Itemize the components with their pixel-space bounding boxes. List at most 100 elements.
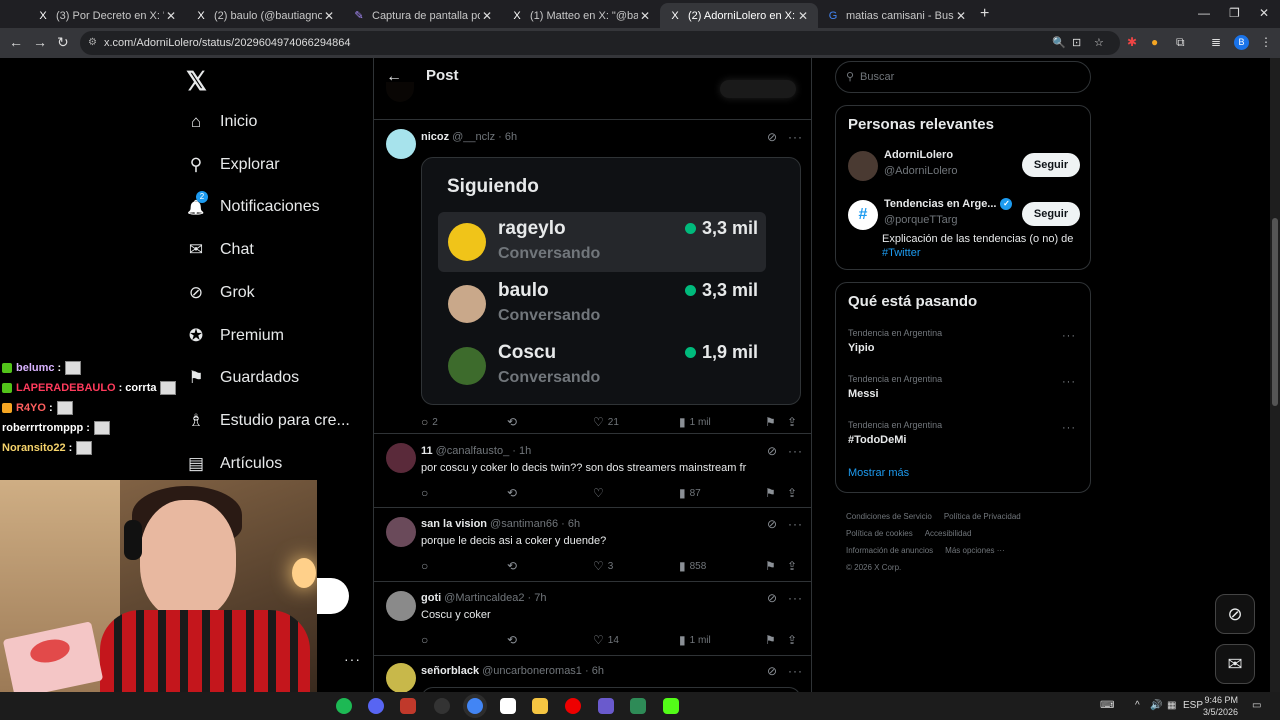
profile-avatar[interactable]: B bbox=[1234, 35, 1249, 50]
install-icon[interactable]: ⊡ bbox=[1072, 31, 1081, 55]
clock[interactable]: 9:46 PM 3/5/2026 bbox=[1200, 694, 1238, 718]
person-card[interactable]: AdorniLolero @AdorniLolero Seguir bbox=[848, 149, 1080, 189]
trend-item[interactable]: Tendencia en Argentina #TodoDeMi ··· bbox=[848, 420, 1080, 454]
nav-item-bookmarks[interactable]: ⚑ Guardados bbox=[186, 363, 299, 393]
reply-tweet[interactable]: san la vision @santiman66 · 6h ⊘ ··· porq… bbox=[374, 509, 811, 582]
scrollbar[interactable] bbox=[1270, 58, 1280, 692]
repost-button[interactable]: ⟲ bbox=[507, 559, 521, 573]
share-button[interactable]: ⇪ bbox=[787, 415, 801, 429]
views-button[interactable]: ▮ 87 bbox=[679, 486, 701, 500]
keyboard-icon[interactable]: ⌨ bbox=[1100, 700, 1114, 711]
nav-item-articles[interactable]: ▤ Artículos bbox=[186, 449, 282, 479]
zoom-icon[interactable]: 🔍 bbox=[1052, 31, 1066, 55]
grok-icon[interactable]: ⊘ bbox=[767, 517, 777, 531]
views-button[interactable]: ▮ 858 bbox=[679, 559, 706, 573]
like-button[interactable]: ♡ 3 bbox=[593, 559, 613, 573]
share-button[interactable]: ⇪ bbox=[787, 486, 801, 500]
avatar[interactable] bbox=[386, 663, 416, 692]
close-tab-icon[interactable]: ✕ bbox=[480, 9, 494, 23]
timestamp[interactable]: 6h bbox=[505, 131, 517, 143]
forward-nav-icon[interactable]: → bbox=[33, 34, 47, 50]
opera-icon[interactable] bbox=[565, 698, 581, 714]
browser-tab[interactable]: ✎ Captura de pantalla por Lightsh✕ bbox=[344, 3, 502, 28]
avatar[interactable] bbox=[386, 443, 416, 473]
search-input[interactable]: ⚲ Buscar bbox=[835, 61, 1091, 93]
discord-icon[interactable] bbox=[368, 698, 384, 714]
author-handle[interactable]: @__nclz bbox=[452, 131, 495, 143]
reply-button-blurred[interactable] bbox=[720, 80, 796, 98]
app-icon[interactable] bbox=[630, 698, 646, 714]
account-switcher-edge[interactable] bbox=[317, 578, 349, 614]
timestamp[interactable]: 6h bbox=[568, 518, 580, 530]
chrome-icon[interactable] bbox=[467, 698, 483, 714]
bookmark-button[interactable]: ⚑ bbox=[765, 559, 780, 573]
extension-icon[interactable]: ● bbox=[1151, 35, 1158, 49]
grok-icon[interactable]: ⊘ bbox=[767, 130, 777, 144]
more-icon[interactable]: ··· bbox=[788, 444, 803, 458]
bookmark-button[interactable]: ⚑ bbox=[765, 633, 780, 647]
site-info-icon[interactable]: ⚙ bbox=[88, 31, 97, 55]
nav-item-explore[interactable]: ⚲ Explorar bbox=[186, 150, 280, 180]
author-name[interactable]: san la vision bbox=[421, 518, 487, 530]
grok-icon[interactable]: ⊘ bbox=[767, 591, 777, 605]
grok-fab-button[interactable]: ⊘ bbox=[1215, 594, 1255, 634]
author-handle[interactable]: @canalfausto_ bbox=[436, 445, 510, 457]
app-icon[interactable] bbox=[598, 698, 614, 714]
kick-icon[interactable] bbox=[663, 698, 679, 714]
nav-item-home[interactable]: ⌂ Inicio bbox=[186, 107, 258, 137]
browser-tab[interactable]: X (2) baulo (@bautiagnone) / X✕ bbox=[186, 3, 344, 28]
embedded-image[interactable]: Siguiendo rageylo Conversando 3,3 mil ba… bbox=[421, 157, 801, 405]
back-arrow-icon[interactable]: ← bbox=[386, 68, 402, 86]
browser-tab[interactable]: X (3) Por Decreto en X: "A mi no✕ bbox=[28, 3, 186, 28]
footer-link[interactable]: Más opciones ··· bbox=[945, 542, 1005, 559]
more-icon[interactable]: ··· bbox=[788, 591, 803, 605]
scrollbar-thumb[interactable] bbox=[1272, 218, 1278, 406]
messages-fab-button[interactable]: ✉ bbox=[1215, 644, 1255, 684]
reply-tweet[interactable]: goti @Martincaldea2 · 7h ⊘ ··· Coscu y co… bbox=[374, 583, 811, 656]
grok-icon[interactable]: ⊘ bbox=[767, 444, 777, 458]
reply-button[interactable]: ○ bbox=[421, 486, 432, 500]
bookmark-star-icon[interactable]: ☆ bbox=[1094, 31, 1104, 55]
follow-button[interactable]: Seguir bbox=[1022, 153, 1080, 177]
author-handle[interactable]: @Martincaldea2 bbox=[444, 592, 524, 604]
close-tab-icon[interactable]: ✕ bbox=[322, 9, 336, 23]
hashtag-link[interactable]: #Twitter bbox=[882, 247, 921, 259]
minimize-icon[interactable]: — bbox=[1198, 6, 1210, 20]
repost-button[interactable]: ⟲ bbox=[507, 633, 521, 647]
close-window-icon[interactable]: ✕ bbox=[1259, 6, 1269, 20]
nav-item-premium[interactable]: ✪ Premium bbox=[186, 321, 284, 351]
extension-icon[interactable]: ✱ bbox=[1127, 35, 1137, 49]
person-name[interactable]: AdorniLolero bbox=[884, 149, 953, 161]
network-icon[interactable]: ▦ bbox=[1167, 700, 1176, 711]
share-button[interactable]: ⇪ bbox=[787, 559, 801, 573]
more-icon[interactable]: ··· bbox=[788, 664, 803, 678]
obs-icon[interactable] bbox=[434, 698, 450, 714]
browser-tab-active[interactable]: X (2) AdorniLolero en X: "@porqu✕ bbox=[660, 3, 818, 28]
like-button[interactable]: ♡ 21 bbox=[593, 415, 619, 429]
back-nav-icon[interactable]: ← bbox=[9, 34, 23, 50]
author-name[interactable]: señorblack bbox=[421, 665, 479, 677]
repost-button[interactable]: ⟲ bbox=[507, 486, 521, 500]
views-button[interactable]: ▮ 1 mil bbox=[679, 415, 711, 429]
more-icon[interactable]: ··· bbox=[1062, 376, 1076, 388]
more-icon[interactable]: ··· bbox=[1062, 422, 1076, 434]
extensions-puzzle-icon[interactable]: ⧉ bbox=[1176, 35, 1185, 50]
trend-item[interactable]: Tendencia en Argentina Yipio ··· bbox=[848, 328, 1080, 362]
reply-tweet[interactable]: 11 @canalfausto_ · 1h ⊘ ··· por coscu y c… bbox=[374, 435, 811, 508]
tray-chevron-icon[interactable]: ^ bbox=[1135, 700, 1140, 711]
person-handle[interactable]: @porqueTTarg bbox=[884, 214, 958, 226]
more-icon[interactable]: ··· bbox=[788, 517, 803, 531]
browser-menu-icon[interactable]: ⋮ bbox=[1260, 35, 1272, 49]
author-handle[interactable]: @santiman66 bbox=[490, 518, 558, 530]
person-name[interactable]: Tendencias en Arge... ✓ bbox=[884, 198, 1013, 211]
author-name[interactable]: 11 bbox=[421, 445, 433, 457]
person-handle[interactable]: @AdorniLolero bbox=[884, 165, 958, 177]
bookmark-button[interactable]: ⚑ bbox=[765, 486, 780, 500]
views-button[interactable]: ▮ 1 mil bbox=[679, 633, 711, 647]
more-icon[interactable]: ··· bbox=[344, 651, 361, 667]
reply-button[interactable]: ○ 2 bbox=[421, 415, 438, 429]
app-icon[interactable] bbox=[500, 698, 516, 714]
like-button[interactable]: ♡ bbox=[593, 486, 608, 500]
reply-button[interactable]: ○ bbox=[421, 633, 432, 647]
browser-tab[interactable]: Gmatias camisani - Buscar con G✕ bbox=[818, 3, 976, 28]
